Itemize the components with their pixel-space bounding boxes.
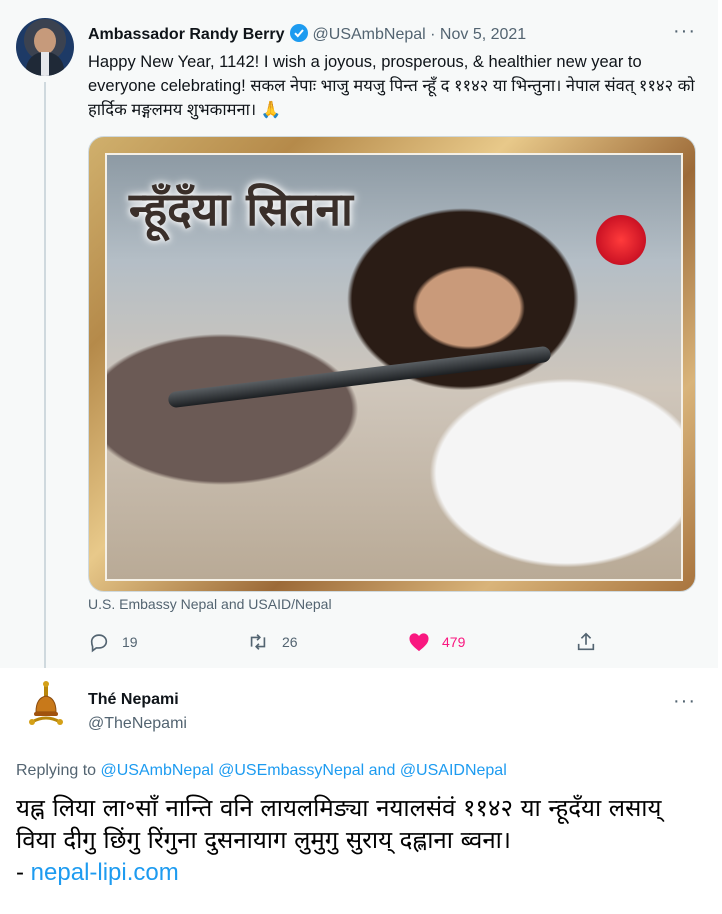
photo-woman-playing-flute: न्हूँदँया सितना bbox=[105, 153, 683, 581]
heart-icon bbox=[409, 633, 429, 652]
flute-graphic bbox=[167, 345, 552, 409]
tweet-main[interactable]: Ambassador Randy Berry @USAmbNepal · Nov … bbox=[0, 0, 718, 678]
tweet-actions: 19 26 479 bbox=[88, 630, 608, 654]
share-button[interactable] bbox=[575, 630, 609, 654]
replying-label: Replying to bbox=[16, 762, 97, 779]
avatar[interactable] bbox=[16, 18, 74, 76]
mention-and[interactable]: and bbox=[369, 762, 396, 779]
tweet-image[interactable]: न्हूँदँया सितना bbox=[88, 136, 696, 592]
reply-button[interactable]: 19 bbox=[88, 630, 138, 654]
retweet-icon bbox=[250, 634, 266, 650]
verified-badge-icon bbox=[289, 24, 308, 42]
replying-to-line: Replying to @USAmbNepal @USEmbassyNepal … bbox=[16, 762, 507, 780]
more-options-button[interactable]: ··· bbox=[673, 690, 696, 713]
external-link[interactable]: nepal-lipi.com bbox=[31, 859, 179, 886]
author-name[interactable]: Thé Nepami bbox=[88, 688, 187, 712]
more-options-button[interactable]: ··· bbox=[673, 20, 696, 43]
tweet-text: यह्न लिया ला॰साँ नान्ति वनि लायलमिङ्या न… bbox=[16, 792, 706, 889]
avatar[interactable] bbox=[18, 678, 74, 734]
tweet-date[interactable]: Nov 5, 2021 bbox=[440, 26, 526, 43]
separator-dot: · bbox=[430, 26, 436, 43]
tweet-header: Ambassador Randy Berry @USAmbNepal · Nov … bbox=[88, 24, 526, 44]
red-flower-decoration bbox=[596, 215, 646, 265]
image-overlay-greeting: न्हूँदँया सितना bbox=[129, 182, 353, 236]
thread-connector-line bbox=[44, 82, 46, 678]
reply-count: 19 bbox=[122, 634, 138, 650]
share-icon bbox=[577, 632, 595, 651]
vajra-bell-icon bbox=[29, 681, 63, 725]
author-handle[interactable]: @TheNepami bbox=[88, 712, 187, 736]
author-handle[interactable]: @USAmbNepal bbox=[313, 26, 426, 43]
like-count: 479 bbox=[442, 634, 466, 650]
retweet-button[interactable]: 26 bbox=[246, 630, 298, 654]
image-caption[interactable]: U.S. Embassy Nepal and USAID/Nepal bbox=[88, 596, 332, 612]
tweet-text: Happy New Year, 1142! I wish a joyous, p… bbox=[88, 53, 695, 119]
tweet-header: Thé Nepami @TheNepami bbox=[88, 688, 187, 736]
author-name[interactable]: Ambassador Randy Berry bbox=[88, 26, 285, 43]
link-prefix: - bbox=[16, 859, 31, 886]
reply-body-text: यह्न लिया ला॰साँ नान्ति वनि लायलमिङ्या न… bbox=[16, 794, 662, 854]
tweet-reply[interactable]: Thé Nepami @TheNepami ··· Replying to @U… bbox=[0, 668, 722, 914]
reply-icon bbox=[90, 634, 108, 653]
mention-usembassynepal[interactable]: @USEmbassyNepal bbox=[218, 762, 364, 779]
mention-usaidnepal[interactable]: @USAIDNepal bbox=[400, 762, 507, 779]
mention-usambnepal[interactable]: @USAmbNepal bbox=[101, 762, 214, 779]
like-button[interactable]: 479 bbox=[408, 630, 465, 654]
retweet-count: 26 bbox=[282, 634, 298, 650]
